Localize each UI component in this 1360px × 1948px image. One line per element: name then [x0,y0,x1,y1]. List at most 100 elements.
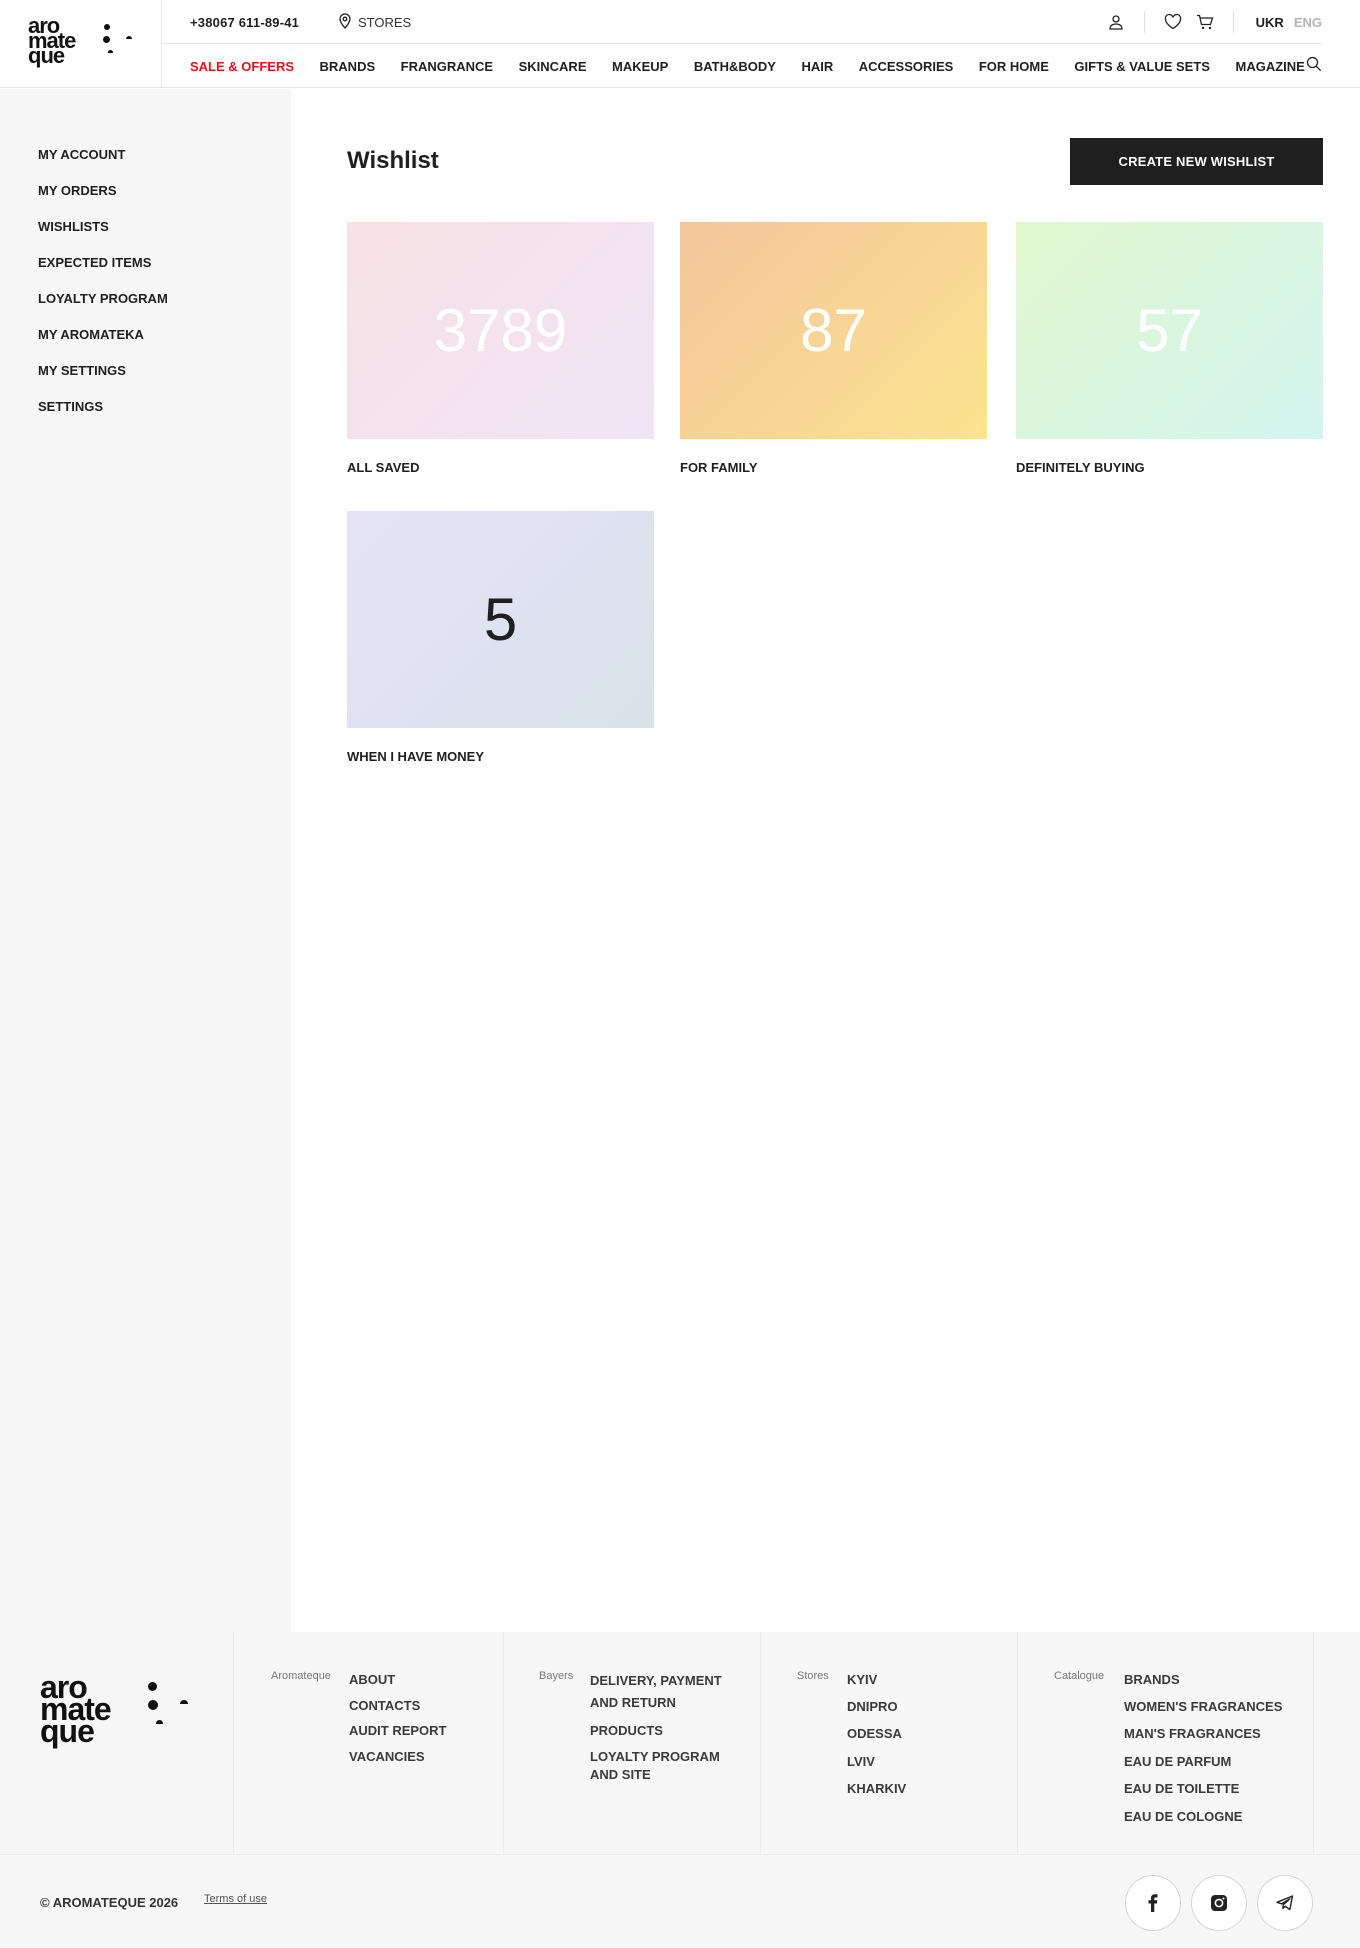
footer-link[interactable]: VACANCIES [349,1747,425,1766]
account-icon[interactable] [1100,6,1132,38]
nav-skincare[interactable]: SKINCARE [519,59,587,74]
site-footer: aro mate que Aromateque ABOUT CONTACTS AUD… [0,1632,1360,1948]
footer-column-catalogue: Catalogue BRANDS WOMEN'S FRAGRANCES MAN'… [1017,1632,1314,1854]
phone-link[interactable]: +38067 611-89-41 [190,15,299,30]
footer-column-stores: Stores KYIV DNIPRO ODESSA LVIV KHARKIV [760,1632,1017,1854]
nav-brands[interactable]: BRANDS [320,59,376,74]
account-sidebar: MY ACCOUNT MY ORDERS WISHLISTS EXPECTED … [0,89,291,1632]
nav-magazine[interactable]: MAGAZINE [1235,59,1304,74]
footer-link[interactable]: ODESSA [847,1724,902,1743]
footer-link[interactable]: KYIV [847,1670,877,1689]
wishlist-count-tile: 5 [347,511,654,728]
footer-aromateque-logo[interactable]: aro mate que [40,1669,190,1756]
nav-sale-offers[interactable]: SALE & OFFERS [190,59,294,74]
stores-link[interactable]: STORES [338,13,411,32]
wishlist-count: 57 [1136,297,1203,364]
nav-accessories[interactable]: ACCESSORIES [859,59,954,74]
nav-gifts-value-sets[interactable]: GIFTS & VALUE SETS [1074,59,1210,74]
footer-category: Bayers [539,1670,574,1682]
footer-link[interactable]: PRODUCTS [590,1721,663,1740]
cart-icon[interactable] [1189,6,1221,38]
wishlist-count: 3789 [433,297,568,364]
logo-container[interactable]: aro mate que [0,0,162,88]
aromateque-logo[interactable]: aro mate que [28,13,138,72]
logo-dot [180,1700,188,1704]
footer-link[interactable]: BRANDS [1124,1670,1180,1689]
divider [1143,11,1145,33]
sidebar-item-my-settings[interactable]: MY SETTINGS [38,363,126,378]
logo-dot [108,50,113,53]
wishlist-count: 5 [483,586,518,653]
header-actions: UKR ENG [1100,0,1322,44]
stores-label: STORES [358,15,412,30]
sidebar-item-my-account[interactable]: MY ACCOUNT [38,147,125,162]
footer-column-bayers: Bayers DELIVERY, PAYMENT AND RETURN PROD… [503,1632,760,1854]
logo-wordmark: aro mate que [40,1669,112,1749]
footer-link[interactable]: CONTACTS [349,1696,420,1715]
page-title: Wishlist [347,147,439,174]
footer-link[interactable]: DNIPRO [847,1697,898,1716]
wishlist-count: 87 [800,297,867,364]
wishlist-name: WHEN I HAVE MONEY [347,749,484,764]
footer-links-area: aro mate que Aromateque ABOUT CONTACTS AUD… [0,1632,1360,1854]
heart-icon[interactable] [1157,6,1189,38]
footer-bottom-bar: © AROMATEQUE 2026 Terms of use [0,1854,1360,1948]
wishlist-card-definitely-buying[interactable]: 57 DEFINITELY BUYING [1016,222,1323,475]
footer-link[interactable]: EAU DE PARFUM [1124,1752,1231,1771]
create-new-wishlist-button[interactable]: CREATE NEW WISHLIST [1070,138,1323,185]
footer-link[interactable]: KHARKIV [847,1779,906,1798]
sidebar-item-settings[interactable]: SETTINGS [38,399,103,414]
footer-link[interactable]: AUDIT REPORT [349,1721,447,1740]
search-icon[interactable] [1306,56,1322,77]
nav-hair[interactable]: HAIR [801,59,833,74]
sidebar-item-loyalty-program[interactable]: LOYALTY PROGRAM [38,291,168,306]
instagram-icon[interactable] [1191,1875,1247,1931]
nav-fragrance[interactable]: FRANGRANCE [401,59,493,74]
sidebar-item-expected-items[interactable]: EXPECTED ITEMS [38,255,151,270]
nav-for-home[interactable]: FOR HOME [979,59,1049,74]
wishlist-name: FOR FAMILY [680,460,758,475]
sidebar-item-wishlists[interactable]: WISHLISTS [38,219,109,234]
footer-category: Stores [797,1670,829,1682]
footer-category: Catalogue [1054,1670,1105,1682]
footer-link[interactable]: EAU DE COLOGNE [1124,1807,1242,1826]
terms-of-use-link[interactable]: Terms of use [204,1893,267,1905]
lang-ukr[interactable]: UKR [1256,15,1284,30]
footer-link[interactable]: ABOUT [349,1670,395,1689]
wishlist-card-all-saved[interactable]: 3789 ALL SAVED [347,222,654,475]
location-pin-icon [338,13,352,32]
divider [1232,11,1234,33]
logo-dot [104,24,110,30]
sidebar-item-my-aromateka[interactable]: MY AROMATEKA [38,327,144,342]
footer-link[interactable]: DELIVERY, PAYMENT AND RETURN [590,1670,730,1714]
wishlist-count-tile: 3789 [347,222,654,439]
logo-wordmark: aro mate que [28,13,76,68]
wishlist-card-when-i-have-money[interactable]: 5 WHEN I HAVE MONEY [347,511,654,764]
logo-dot [148,1700,158,1710]
logo-dot [103,36,110,43]
wishlist-count-tile: 87 [680,222,987,439]
sidebar-item-my-orders[interactable]: MY ORDERS [38,183,117,198]
footer-link[interactable]: EAU DE TOILETTE [1124,1779,1239,1798]
footer-category: Aromateque [271,1670,331,1682]
nav-bath-body[interactable]: BATH&BODY [694,59,776,74]
footer-link[interactable]: LVIV [847,1752,875,1771]
footer-column-aromateque: Aromateque ABOUT CONTACTS AUDIT REPORT V… [233,1632,503,1854]
logo-dot [126,36,132,39]
top-bar: +38067 611-89-41 STORES UKR ENG [162,0,1322,44]
facebook-icon[interactable] [1125,1875,1181,1931]
telegram-icon[interactable] [1257,1875,1313,1931]
logo-dot [148,1682,157,1691]
footer-link[interactable]: LOYALTY PROGRAM AND SITE [590,1748,730,1784]
main-nav: SALE & OFFERS BRANDS FRANGRANCE SKINCARE… [190,44,1322,88]
wishlist-count-tile: 57 [1016,222,1323,439]
site-header: aro mate que +38067 611-89-41 STORES UKR… [0,0,1360,88]
lang-eng[interactable]: ENG [1294,15,1322,30]
nav-makeup[interactable]: MAKEUP [612,59,668,74]
footer-link[interactable]: MAN'S FRAGRANCES [1124,1724,1261,1743]
logo-dot [156,1720,163,1724]
copyright-text: © AROMATEQUE 2026 [40,1895,179,1910]
wishlist-name: DEFINITELY BUYING [1016,460,1145,475]
footer-link[interactable]: WOMEN'S FRAGRANCES [1124,1697,1282,1716]
wishlist-card-for-family[interactable]: 87 FOR FAMILY [680,222,987,475]
